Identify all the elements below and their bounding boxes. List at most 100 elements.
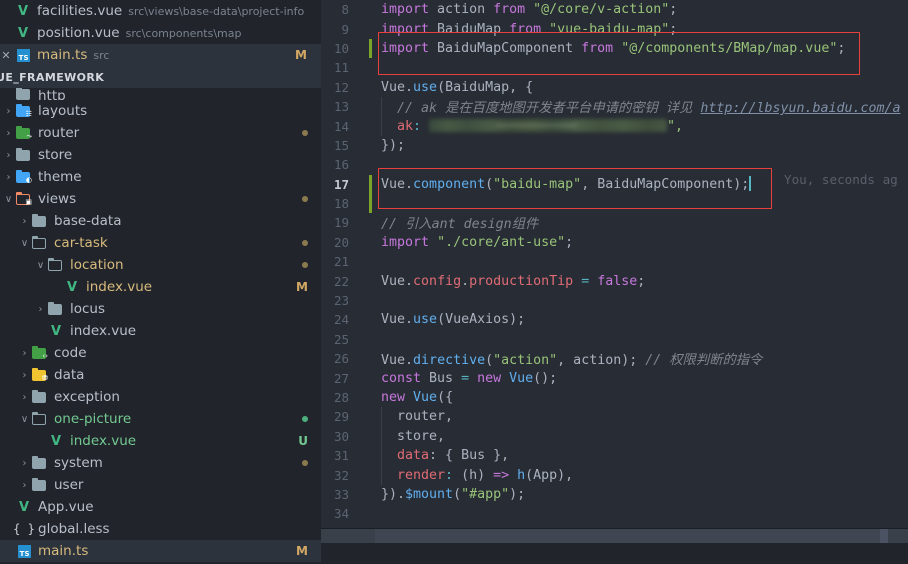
code-token: ; [565,234,574,250]
code-line[interactable]: 21 [321,252,908,271]
tree-item-label: base-data [54,213,122,229]
code-line[interactable]: 11 [321,58,908,77]
code-line[interactable]: 18 [321,193,908,214]
tree-item-system[interactable]: › system [0,452,321,474]
tree-item-index-vue[interactable]: Vindex.vue M [0,276,321,298]
tree-item-router[interactable]: › ⤳ router [0,122,321,144]
code-line[interactable]: 23 [321,291,908,310]
tree-item-index-vue[interactable]: Vindex.vue [0,320,321,342]
code-text: // 引入ant design组件 [359,213,538,232]
chevron-right-icon[interactable]: › [18,348,31,359]
chevron-down-icon[interactable]: ∨ [18,238,31,249]
chevron-down-icon[interactable]: ∨ [34,260,47,271]
explorer-section-header[interactable]: UE_FRAMEWORK [0,66,321,88]
typescript-file-icon: TS [14,48,32,62]
chevron-down-icon[interactable]: ∨ [18,414,31,425]
panel-scroll-track[interactable] [375,529,888,543]
panel-resize-handle[interactable] [321,529,908,543]
tree-item-label: views [38,191,77,207]
close-icon[interactable]: ✕ [0,49,14,62]
code-line[interactable]: 9 import BaiduMap from "vue-baidu-map"; [321,19,908,38]
chevron-right-icon[interactable]: › [2,106,15,117]
chevron-right-icon[interactable]: › [2,172,15,183]
tree-item-label: theme [38,169,82,185]
code-line[interactable]: 13 // ak 是在百度地图开发者平台申请的密钥 详见 http://lbsy… [321,96,908,117]
code-line[interactable]: 25 [321,330,908,349]
chevron-right-icon[interactable]: › [18,480,31,491]
code-text: router, [359,409,453,424]
chevron-right-icon[interactable]: › [18,392,31,403]
code-token: = [461,370,478,386]
tree-item-global-less[interactable]: { } global.less [0,518,321,540]
tree-item-layouts[interactable]: › ☷ layouts [0,100,321,122]
tree-item-code[interactable]: › ‹› code [0,342,321,364]
tree-item-main-ts[interactable]: TS main.ts M [0,540,321,562]
chevron-right-icon[interactable]: › [18,458,31,469]
tree-item-data[interactable]: › ⛃ data [0,364,321,386]
tree-item-one-picture[interactable]: ∨ one-picture [0,408,321,430]
chevron-down-icon[interactable]: ∨ [2,194,15,205]
tree-item-locus[interactable]: › locus [0,298,321,320]
chevron-right-icon[interactable]: › [2,128,15,139]
code-line[interactable]: 22 Vue.config.productionTip = false; [321,271,908,290]
line-number: 34 [333,506,349,522]
code-line[interactable]: 20 import "./core/ant-use"; [321,233,908,252]
code-editor[interactable]: 8 import action from "@/core/v-action"; 9 i… [321,0,908,564]
code-line[interactable]: 24 Vue.use(VueAxios); [321,310,908,329]
git-status-dot [302,240,308,246]
tree-item-label: main.ts [38,543,89,559]
code-line[interactable]: 27 const Bus = new Vue(); [321,368,908,387]
tree-item-index-vue[interactable]: Vindex.vue U [0,430,321,452]
code-line[interactable]: 14 ak: ", [321,116,908,136]
code-scroll-region[interactable]: 8 import action from "@/core/v-action"; 9 i… [321,0,908,528]
code-token: (); [533,370,558,386]
tree-item-label: App.vue [38,499,94,515]
tree-item-http[interactable]: http [0,88,321,100]
folder-router-icon: ⤳ [15,125,32,140]
code-line[interactable]: 10 import BaiduMapComponent from "@/compo… [321,38,908,59]
code-line[interactable]: 19 // 引入ant design组件 [321,213,908,232]
code-token: data [381,448,430,464]
tree-item-App-vue[interactable]: V App.vue [0,496,321,518]
open-editor-filename: main.ts [37,47,88,63]
code-line[interactable]: 31 data: { Bus }, [321,445,908,466]
tree-item-base-data[interactable]: › base-data [0,210,321,232]
folder-icon [15,88,32,100]
code-token: = [573,273,598,289]
tree-item-user[interactable]: › user [0,474,321,496]
code-token: import [381,2,430,18]
open-editor-row[interactable]: Vposition.vue src\components\map [0,22,321,44]
code-line[interactable]: 28 new Vue({ [321,388,908,407]
scrollbar-thumb[interactable] [880,529,888,543]
tree-item-theme[interactable]: › ◐ theme [0,166,321,188]
code-text: ak: ", [359,118,683,134]
open-editor-row[interactable]: Vfacilities.vue src\views\base-data\proje… [0,0,321,22]
code-line[interactable]: 8 import action from "@/core/v-action"; [321,0,908,19]
tree-item-views[interactable]: ∨ ▣ views [0,188,321,210]
code-token: "action" [493,353,558,369]
chevron-right-icon[interactable]: › [18,370,31,381]
code-token: Vue [381,312,406,328]
code-line[interactable]: 26 Vue.directive("action", action); // 权限… [321,349,908,368]
code-line[interactable]: 15}); [321,136,908,155]
code-line[interactable]: 12 Vue.use(BaiduMap, { [321,78,908,97]
code-line[interactable]: 30 store, [321,426,908,446]
code-text: // ak 是在百度地图开发者平台申请的密钥 详见 http://lbsyun.… [359,97,901,116]
code-token: (App), [525,467,574,483]
tree-item-car-task[interactable]: ∨ car-task [0,232,321,254]
code-line[interactable]: 29 router, [321,407,908,427]
chevron-right-icon[interactable]: › [2,150,15,161]
tree-item-exception[interactable]: › exception [0,386,321,408]
tree-item-label: car-task [54,235,108,251]
chevron-right-icon[interactable]: › [18,216,31,227]
code-token: "@/core/v-action" [533,2,670,18]
code-line[interactable]: 33}).$mount("#app"); [321,485,908,504]
chevron-right-icon[interactable]: › [34,304,47,315]
code-line[interactable]: 34 [321,504,908,523]
file-tree: http › ☷ layouts › ⤳ router › store › ◐ theme ∨ ▣ view… [0,88,321,562]
tree-item-store[interactable]: › store [0,144,321,166]
tree-item-location[interactable]: ∨ location [0,254,321,276]
open-editor-row[interactable]: ✕ TS main.ts src M [0,44,321,66]
folder-open-icon [31,411,48,426]
code-line[interactable]: 32 render: (h) => h(App), [321,465,908,485]
